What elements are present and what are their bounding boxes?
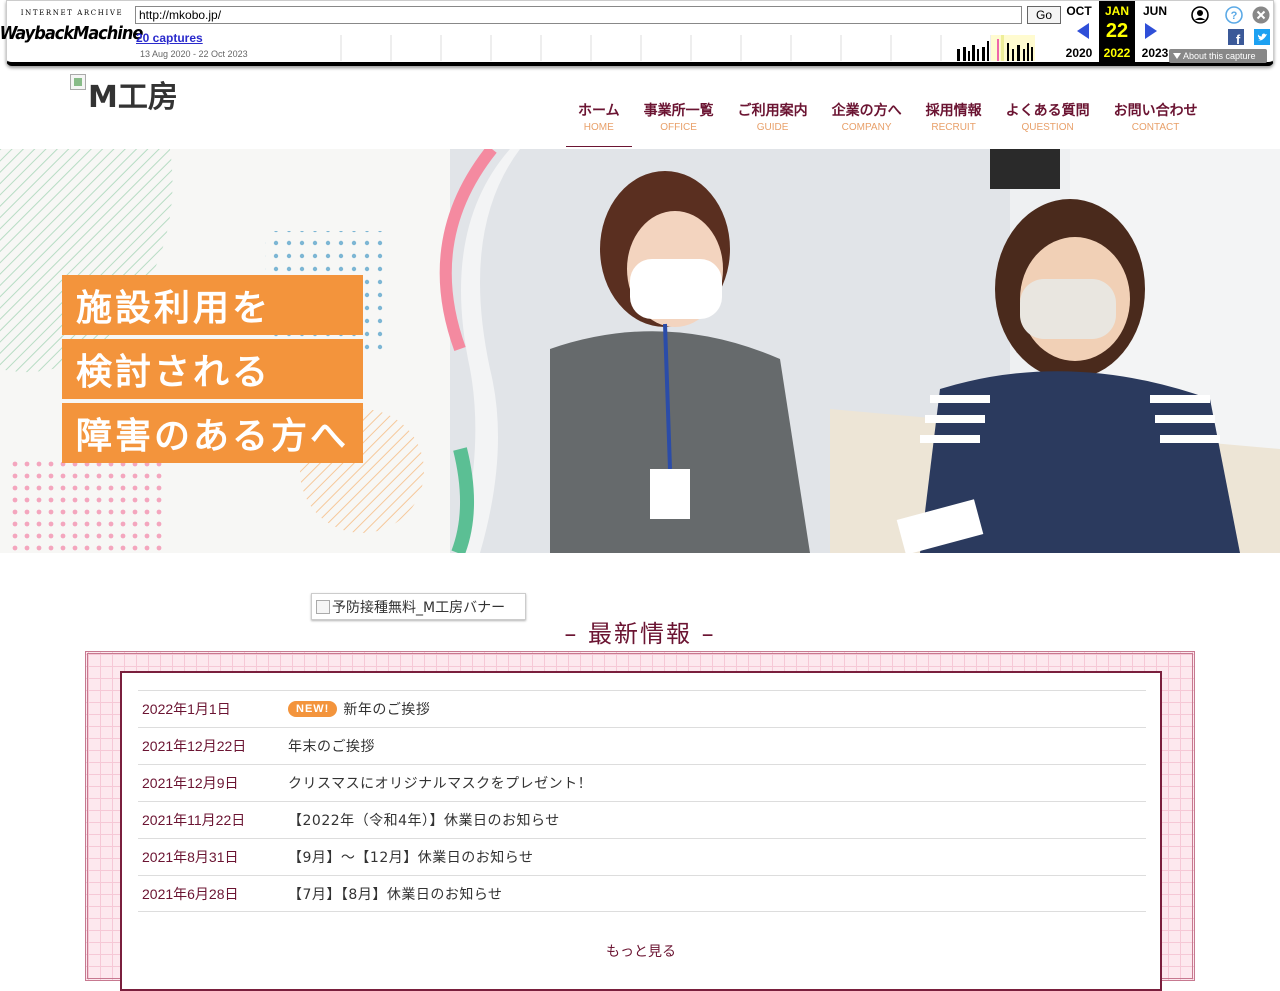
about-capture-button[interactable]: About this capture: [1169, 49, 1267, 63]
new-badge: NEW!: [288, 701, 338, 717]
news-title[interactable]: 【2022年（令和4年）】休業日のお知らせ: [288, 810, 560, 830]
wayback-next-year: 2023: [1141, 46, 1169, 60]
nav-sublabel: HOME: [583, 122, 614, 133]
prev-arrow-icon[interactable]: [1077, 23, 1089, 39]
wayback-logo-top: INTERNET ARCHIVE: [20, 9, 124, 17]
wayback-next-month-label: JUN: [1142, 4, 1167, 18]
news-title[interactable]: クリスマスにオリジナルマスクをプレゼント！: [288, 773, 592, 793]
nav-label: 企業の方へ: [831, 103, 902, 119]
nav-sublabel: OFFICE: [660, 122, 697, 133]
nav-label: ホーム: [578, 103, 620, 119]
news-title[interactable]: 【7月】【8月】休業日のお知らせ: [288, 884, 503, 904]
wayback-prev-year: 2020: [1065, 46, 1093, 60]
nav-label: 採用情報: [925, 103, 982, 119]
wayback-go-button[interactable]: Go: [1027, 6, 1061, 24]
nav-guide[interactable]: ご利用案内 GUIDE: [726, 100, 820, 148]
wayback-captures-link[interactable]: 20 captures: [136, 31, 203, 45]
site-logo[interactable]: M工房: [70, 72, 178, 116]
hero-arc-decoration: [439, 149, 520, 553]
broken-image-icon: [316, 599, 330, 614]
wayback-calendar: OCT 2020 JAN 22 2022 JUN 2023: [1061, 1, 1173, 65]
news-item[interactable]: 2021年12月9日 クリスマスにオリジナルマスクをプレゼント！: [138, 764, 1146, 801]
wayback-current-month-label: JAN: [1104, 4, 1129, 18]
facebook-icon[interactable]: f: [1228, 29, 1244, 45]
nav-office[interactable]: 事業所一覧 OFFICE: [632, 100, 726, 148]
help-icon[interactable]: ?: [1225, 6, 1243, 24]
nav-sublabel: RECRUIT: [931, 122, 976, 133]
nav-label: お問い合わせ: [1113, 103, 1198, 119]
wayback-capture-range: 13 Aug 2020 - 22 Oct 2023: [140, 49, 248, 59]
news-title-text: 新年のご挨拶: [343, 702, 431, 718]
news-date: 2021年12月9日: [142, 775, 239, 791]
news-section-title: – 最新情報 –: [564, 620, 716, 648]
wayback-next-month[interactable]: JUN 2023: [1137, 1, 1173, 65]
news-item[interactable]: 2021年8月31日 【9月】〜【12月】休業日のお知らせ: [138, 838, 1146, 875]
news-section: 2022年1月1日 NEW! 新年のご挨拶 2021年12月22日 年末のご挨拶…: [85, 651, 1195, 991]
nav-sublabel: QUESTION: [1021, 122, 1074, 133]
nav-recruit[interactable]: 採用情報 RECRUIT: [914, 100, 994, 148]
nav-sublabel: COMPANY: [841, 122, 892, 133]
hero-caption-line: 施設利用を: [62, 275, 364, 335]
news-title[interactable]: 【9月】〜【12月】休業日のお知らせ: [288, 847, 533, 867]
close-icon[interactable]: [1252, 6, 1270, 24]
hero-caption-line: 障害のある方へ: [62, 403, 364, 463]
wayback-sparkline[interactable]: [335, 35, 1035, 61]
news-date: 2021年6月28日: [142, 885, 239, 902]
nav-company[interactable]: 企業の方へ COMPANY: [820, 100, 914, 148]
nav-home[interactable]: ホーム HOME: [566, 100, 632, 148]
hero-photo: [450, 149, 1280, 553]
nav-label: よくある質問: [1005, 103, 1090, 119]
wayback-current-month: JAN 22 2022: [1099, 1, 1135, 65]
hero-caption-line: 検討される: [62, 339, 364, 399]
nav-question[interactable]: よくある質問 QUESTION: [994, 100, 1102, 148]
news-item[interactable]: 2021年6月28日 【7月】【8月】休業日のお知らせ: [138, 875, 1146, 912]
more-news-link[interactable]: もっと見る: [122, 941, 1160, 961]
nav-contact[interactable]: お問い合わせ CONTACT: [1102, 100, 1210, 148]
next-arrow-icon[interactable]: [1145, 23, 1157, 39]
wayback-current-day: 22: [1105, 20, 1129, 42]
svg-text:f: f: [1236, 32, 1241, 45]
wayback-logo-main: WaybackMachine: [0, 22, 143, 44]
wayback-prev-month-label: OCT: [1066, 4, 1092, 18]
wayback-current-year: 2022: [1103, 46, 1131, 60]
nav-label: 事業所一覧: [643, 103, 714, 119]
wayback-prev-month[interactable]: OCT 2020: [1061, 1, 1097, 65]
nav-sublabel: GUIDE: [756, 122, 789, 133]
hero-caption: 施設利用を 検討される 障害のある方へ: [62, 275, 364, 467]
hero-banner: 施設利用を 検討される 障害のある方へ: [0, 149, 1280, 553]
news-title[interactable]: 年末のご挨拶: [288, 736, 375, 756]
news-item[interactable]: 2022年1月1日 NEW! 新年のご挨拶: [138, 690, 1146, 727]
nav-label: ご利用案内: [737, 103, 808, 119]
svg-text:?: ?: [1231, 10, 1238, 22]
news-item[interactable]: 2021年11月22日 【2022年（令和4年）】休業日のお知らせ: [138, 801, 1146, 838]
broken-image-icon: [70, 74, 86, 90]
wayback-toolbar: INTERNET ARCHIVE WaybackMachine http://m…: [0, 0, 1274, 66]
news-date: 2021年12月22日: [142, 738, 247, 754]
wayback-logo[interactable]: INTERNET ARCHIVE WaybackMachine: [0, 9, 143, 53]
news-date: 2021年8月31日: [142, 849, 239, 865]
news-date: 2021年11月22日: [142, 812, 246, 828]
site-logo-alt: M工房: [88, 80, 178, 115]
news-item[interactable]: 2021年12月22日 年末のご挨拶: [138, 727, 1146, 764]
nav-sublabel: CONTACT: [1131, 122, 1180, 133]
wayback-url-input[interactable]: http://mkobo.jp/: [135, 6, 1022, 24]
news-date: 2022年1月1日: [142, 701, 231, 717]
user-account-icon[interactable]: [1191, 6, 1209, 24]
wayback-tools: ? f About this capture: [1169, 1, 1273, 65]
main-nav: ホーム HOME 事業所一覧 OFFICE ご利用案内 GUIDE 企業の方へ …: [566, 100, 1210, 148]
news-panel: 2022年1月1日 NEW! 新年のご挨拶 2021年12月22日 年末のご挨拶…: [120, 671, 1162, 991]
news-list: 2022年1月1日 NEW! 新年のご挨拶 2021年12月22日 年末のご挨拶…: [138, 690, 1146, 912]
twitter-icon[interactable]: [1254, 29, 1270, 45]
news-title[interactable]: NEW! 新年のご挨拶: [288, 699, 430, 719]
